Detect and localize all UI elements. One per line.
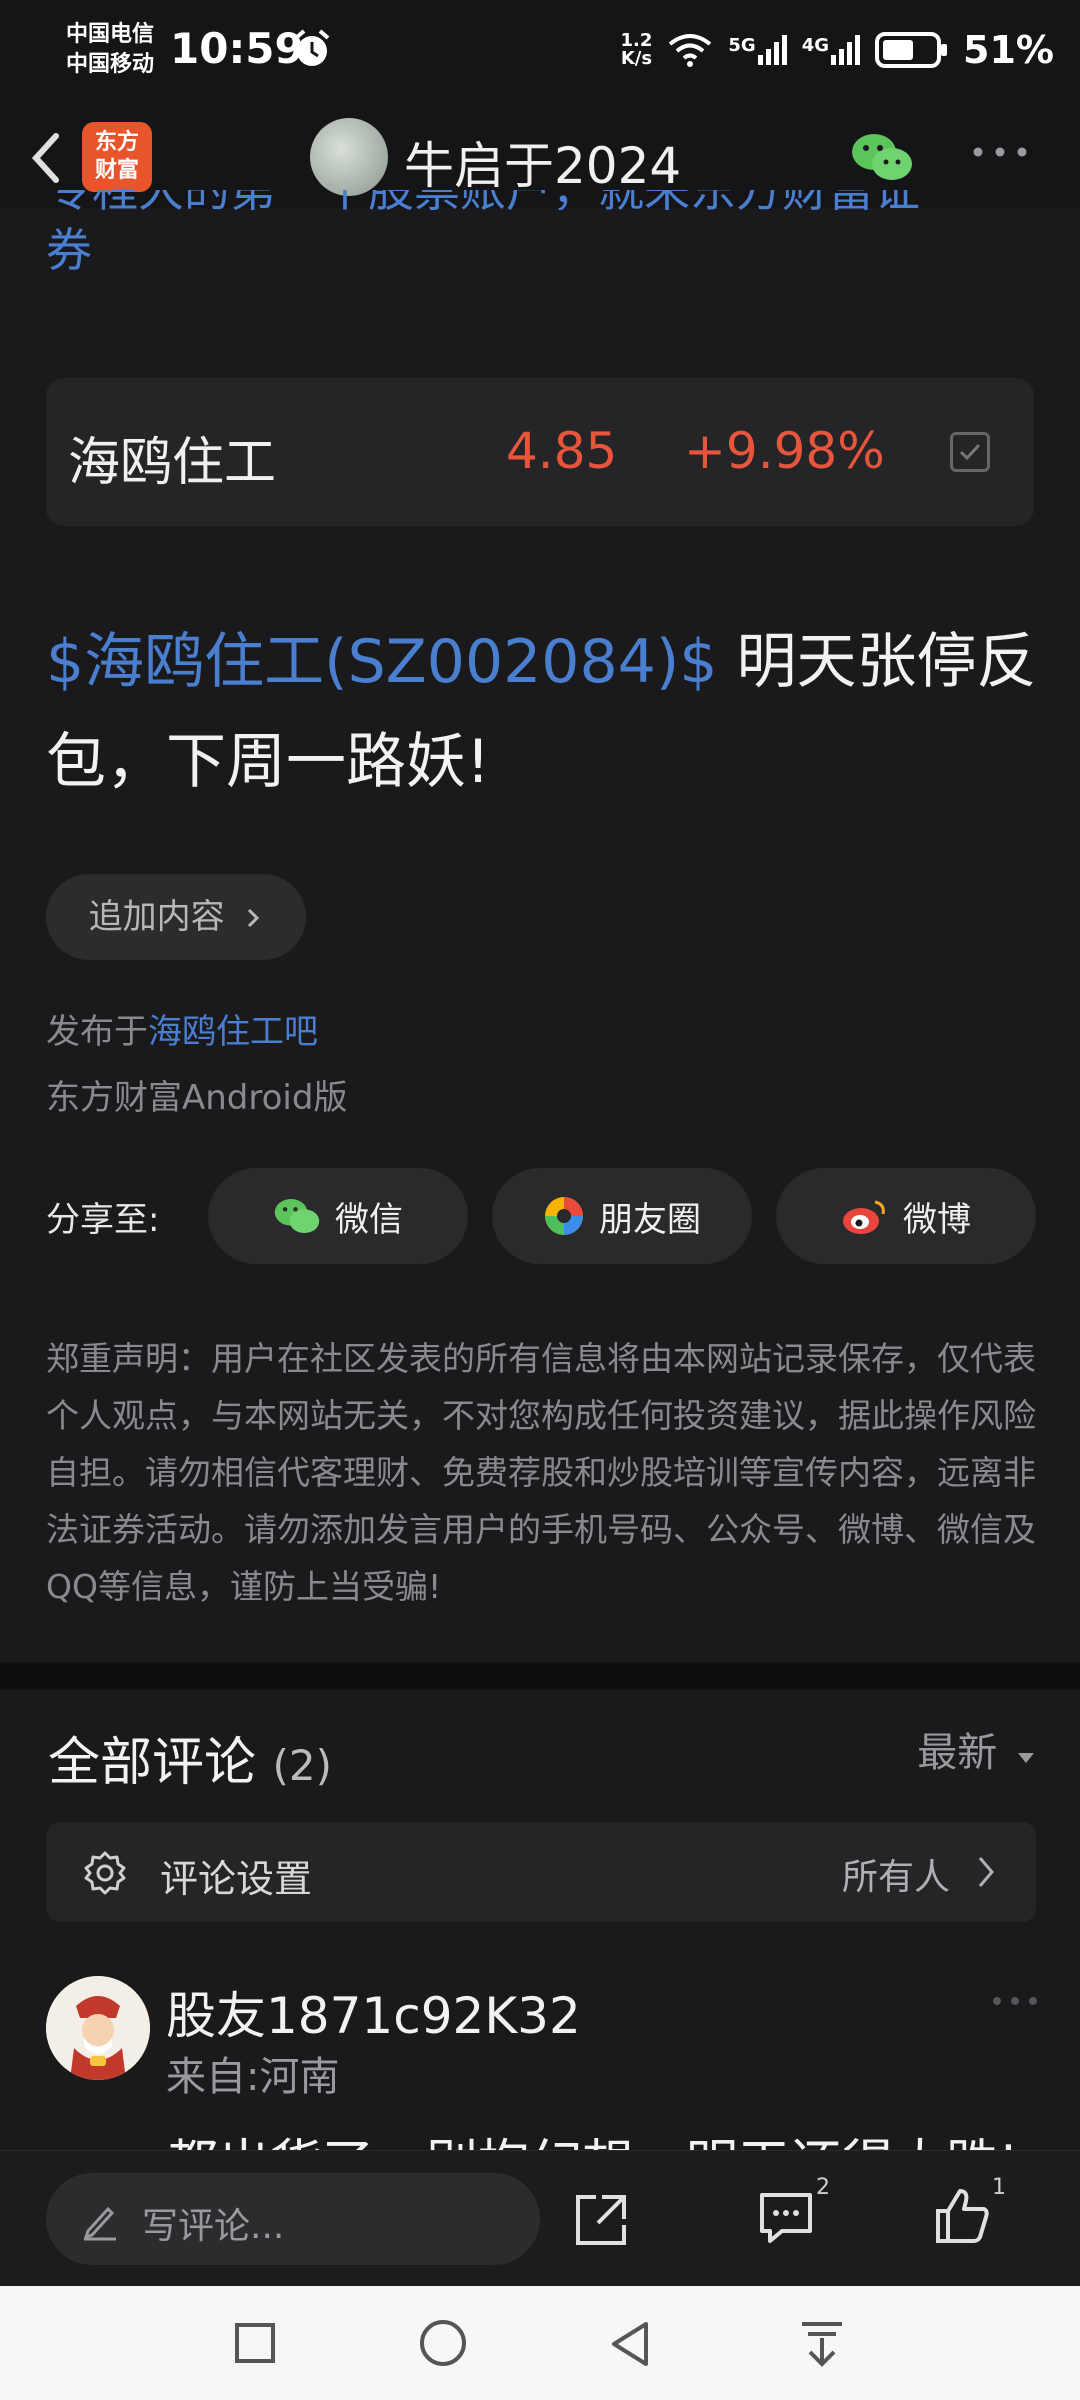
client-source: 东方财富Android版 <box>46 1078 348 1118</box>
caret-down-icon <box>1018 1753 1034 1763</box>
carrier-labels: 中国电信 中国移动 <box>66 20 154 80</box>
stock-change: +9.98% <box>684 422 885 480</box>
app-logo[interactable]: 东方 财富 <box>82 122 152 192</box>
network-speed: 1.2 K/s <box>620 30 653 69</box>
gear-icon <box>84 1851 126 1895</box>
signal-5g: 5G <box>728 35 787 65</box>
back-arrow-icon[interactable] <box>22 128 72 188</box>
commenter-name[interactable]: 股友1871c92K32 <box>166 1976 581 2048</box>
forum-link[interactable]: 海鸥住工吧 <box>148 1012 318 1052</box>
comment-settings-value: 所有人 <box>841 1857 950 1898</box>
carrier-2: 中国移动 <box>66 52 155 77</box>
bottom-action-bar: 写评论... 2 1 <box>0 2150 1080 2287</box>
share-moments-button[interactable]: 朋友圈 <box>492 1168 752 1264</box>
stock-card[interactable]: 海鸥住工 4.85 +9.98% <box>46 378 1034 526</box>
check-icon <box>959 443 981 461</box>
back-nav-icon[interactable] <box>608 2320 652 2368</box>
share-label: 分享至: <box>46 1200 160 1240</box>
section-divider <box>0 1662 1080 1690</box>
clock: 10:59 <box>170 24 304 73</box>
commenter-avatar[interactable] <box>46 1976 150 2080</box>
ad-text-partial[interactable]: 专程大的第一个股票账户，就来东方财富证 券 <box>46 190 1036 290</box>
like-button[interactable]: 1 <box>932 2175 1006 2251</box>
write-comment-placeholder: 写评论... <box>142 2206 285 2247</box>
thumbs-up-icon <box>936 2189 989 2243</box>
share-wechat-button[interactable]: 微信 <box>208 1168 468 1264</box>
stock-link[interactable]: $海鸥住工(SZ002084)$ <box>46 627 717 697</box>
page-title[interactable]: 牛启于2024 <box>404 126 681 198</box>
commenter-location: 来自:河南 <box>166 2054 340 2100</box>
write-comment-input[interactable]: 写评论... <box>46 2173 540 2265</box>
battery-percent: 51% <box>963 28 1054 72</box>
chevron-right-icon <box>978 1857 994 1887</box>
wechat-share-icon[interactable] <box>850 130 914 184</box>
share-weibo-button[interactable]: 微博 <box>776 1168 1036 1264</box>
stock-name: 海鸥住工 <box>68 433 277 493</box>
battery-icon <box>875 32 948 68</box>
chevron-right-icon <box>248 908 260 928</box>
system-nav-bar <box>0 2286 1080 2400</box>
signal-bars-icon <box>831 35 861 65</box>
comments-button[interactable]: 2 <box>756 2175 830 2251</box>
author-avatar[interactable] <box>310 118 388 196</box>
comments-count: (2) <box>272 1741 333 1790</box>
published-in: 发布于海鸥住工吧 <box>46 1012 318 1052</box>
comments-title: 全部评论 (2) <box>48 1733 333 1793</box>
comment-count-badge: 2 <box>816 2175 830 2200</box>
share-icon[interactable] <box>572 2191 630 2249</box>
recent-apps-icon[interactable] <box>234 2322 276 2364</box>
comment-settings-row[interactable]: 评论设置 所有人 <box>46 1822 1036 1922</box>
notification-pulldown-icon[interactable] <box>798 2320 846 2368</box>
disclaimer: 郑重声明：用户在社区发表的所有信息将由本网站记录保存，仅代表个人观点，与本网站无… <box>46 1339 1036 1606</box>
more-icon[interactable] <box>972 146 1028 158</box>
status-bar: 中国电信 中国移动 10:59 1.2 K/s 5G 4G 51% <box>0 0 1080 108</box>
home-icon[interactable] <box>418 2318 468 2368</box>
post-body: $海鸥住工(SZ002084)$ 明天张停反包，下周一路妖! <box>46 612 1046 812</box>
sort-dropdown[interactable]: 最新 <box>917 1720 1036 1778</box>
add-content-button[interactable]: 追加内容 <box>46 874 306 960</box>
wechat-icon <box>274 1198 320 1234</box>
like-count-badge: 1 <box>992 2175 1006 2200</box>
pencil-icon <box>83 2206 116 2241</box>
watchlist-checkbox[interactable] <box>950 432 990 472</box>
signal-bars-icon <box>757 35 787 65</box>
comment-settings-label: 评论设置 <box>160 1857 313 1901</box>
comment-bubble-icon <box>760 2193 812 2243</box>
alarm-icon <box>294 29 330 66</box>
weibo-icon <box>843 1200 885 1234</box>
status-icons: 1.2 K/s 5G 4G 51% <box>621 28 1054 72</box>
fortune-god-avatar-icon <box>46 1976 150 2080</box>
comment-text: 都出货了，别抱幻想，明天还得大跌! <box>166 2110 1019 2150</box>
wifi-icon <box>669 34 712 67</box>
carrier-1: 中国电信 <box>66 22 155 47</box>
more-icon[interactable] <box>992 1996 1038 2006</box>
moments-icon <box>545 1197 583 1235</box>
signal-4g: 4G <box>802 35 861 65</box>
stock-price: 4.85 <box>506 422 618 480</box>
